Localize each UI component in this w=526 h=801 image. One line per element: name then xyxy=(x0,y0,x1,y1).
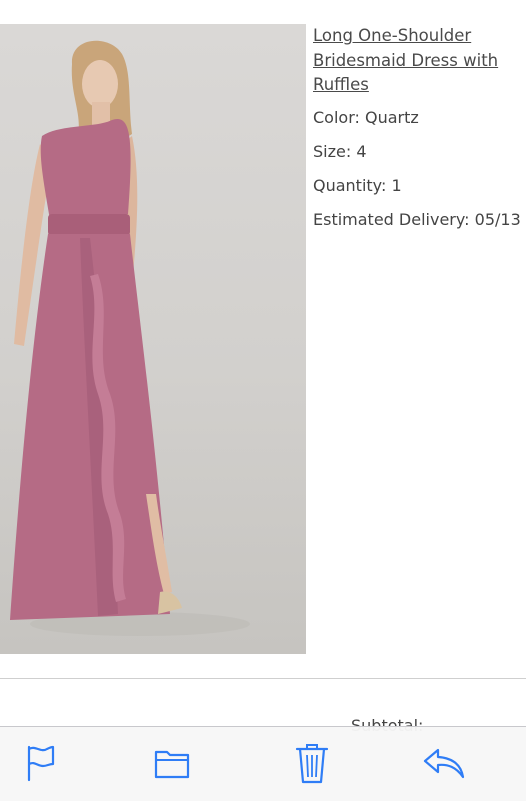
flag-icon xyxy=(27,745,55,782)
product-title-link[interactable]: Long One-Shoulder Bridesmaid Dress with … xyxy=(313,24,523,98)
dress-photo xyxy=(10,40,250,636)
flag-button[interactable] xyxy=(18,741,62,785)
mail-toolbar xyxy=(0,726,526,801)
trash-icon xyxy=(295,744,329,784)
product-size: Size: 4 xyxy=(313,141,367,161)
move-to-folder-button[interactable] xyxy=(150,741,194,785)
estimated-delivery: Estimated Delivery: 05/13 xyxy=(313,209,521,229)
reply-button[interactable] xyxy=(422,741,466,785)
trash-button[interactable] xyxy=(290,741,334,785)
folder-icon xyxy=(154,750,190,779)
reply-icon xyxy=(423,748,465,779)
product-quantity: Quantity: 1 xyxy=(313,175,402,195)
product-color: Color: Quartz xyxy=(313,107,419,127)
product-image[interactable] xyxy=(0,24,306,654)
divider xyxy=(0,678,526,679)
product-details: Long One-Shoulder Bridesmaid Dress with … xyxy=(313,24,526,230)
